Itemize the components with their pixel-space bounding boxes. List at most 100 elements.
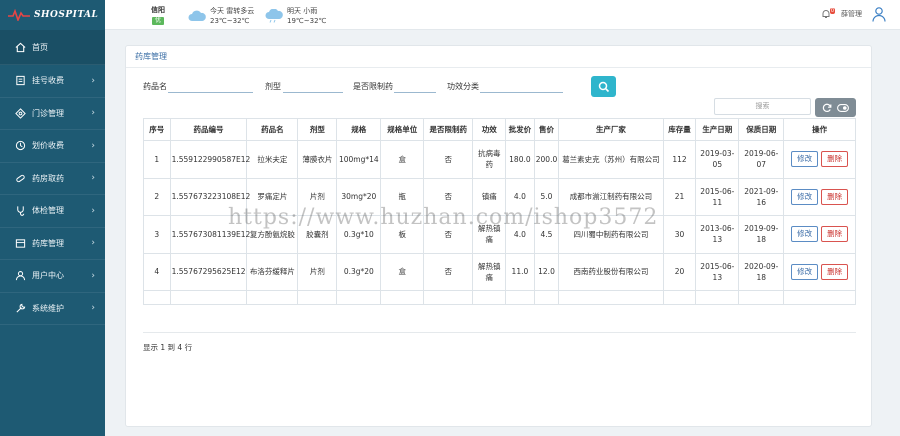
cell-actions: 修改 删除: [783, 177, 856, 216]
sidebar-item-pharmacy[interactable]: 药房取药 ›: [0, 163, 105, 195]
col-header[interactable]: 库存量: [662, 118, 697, 141]
sidebar-item-checkup[interactable]: 体检管理 ›: [0, 195, 105, 228]
sidebar-item-label: 用户中心: [32, 271, 64, 281]
cell-code: 1.557673223108E12: [169, 177, 250, 216]
effect-input[interactable]: [480, 79, 563, 93]
cell-spec: 100mg*14: [336, 140, 382, 179]
user-icon: [14, 270, 26, 282]
sidebar-item-system[interactable]: 系统维护 ›: [0, 293, 105, 325]
col-header[interactable]: 序号: [143, 118, 171, 141]
heartbeat-icon: [8, 9, 30, 21]
col-header[interactable]: 规格单位: [380, 118, 425, 141]
col-header[interactable]: 药品名: [246, 118, 299, 141]
sidebar-item-label: 门诊管理: [32, 108, 64, 118]
edit-button[interactable]: 修改: [791, 188, 819, 205]
delete-button[interactable]: 删除: [821, 226, 849, 243]
home-icon: [14, 41, 26, 53]
col-header[interactable]: 是否限制药: [423, 118, 474, 141]
search-icon: [598, 81, 609, 92]
sidebar-item-outpatient[interactable]: 门诊管理 ›: [0, 98, 105, 130]
drug-name-input[interactable]: [168, 79, 253, 93]
delete-button[interactable]: 删除: [821, 151, 849, 168]
cell-expiry: 2019-06-07: [738, 140, 785, 179]
empty-cell: [783, 290, 856, 305]
cell-wholesale: 11.0: [505, 252, 535, 291]
cell-form: 薄膜衣片: [297, 140, 338, 179]
edit-button[interactable]: 修改: [791, 151, 819, 168]
refresh-icon[interactable]: [822, 103, 832, 113]
chevron-right-icon: ›: [91, 140, 95, 151]
weather-tomorrow: 明天 小雨 19℃~32℃: [264, 6, 326, 26]
cell-maker: 四川蜀中制药有限公司: [558, 215, 664, 254]
pagination-summary: 显示 1 到 4 行: [143, 343, 193, 352]
cell-wholesale: 4.0: [505, 177, 535, 216]
delete-button[interactable]: 删除: [821, 263, 849, 280]
cell-wholesale: 4.0: [505, 215, 535, 254]
cell-wholesale: 180.0: [505, 140, 535, 179]
cell-spec: 30mg*20: [336, 177, 382, 216]
col-header[interactable]: 保质日期: [738, 118, 785, 141]
empty-cell: [246, 290, 299, 305]
chevron-right-icon: ›: [91, 173, 95, 184]
col-header[interactable]: 剂型: [297, 118, 338, 141]
empty-cell: [336, 290, 382, 305]
cell-maker: 葛兰素史克（苏州）有限公司: [558, 140, 664, 179]
bell-icon[interactable]: 0: [821, 8, 835, 19]
cell-prod-date: 2015-06-13: [695, 252, 740, 291]
sidebar-item-label: 体检管理: [32, 206, 64, 216]
edit-button[interactable]: 修改: [791, 226, 819, 243]
avatar[interactable]: [872, 6, 886, 22]
cell-stock: 112: [662, 140, 697, 179]
dosage-form-input[interactable]: [283, 79, 343, 93]
empty-cell: [558, 290, 664, 305]
cell-effect: 解热镇痛: [472, 252, 507, 291]
col-header[interactable]: 售价: [533, 118, 560, 141]
cell-expiry: 2019-09-18: [738, 215, 785, 254]
cell-expiry: 2021-09-16: [738, 177, 785, 216]
rain-cloud-icon: [265, 9, 283, 23]
edit-button[interactable]: 修改: [791, 263, 819, 280]
city-name: 信阳: [151, 6, 165, 14]
cell-code: 1.559122990587E12: [169, 140, 250, 179]
cell-prod-date: 2013-06-13: [695, 215, 740, 254]
delete-button[interactable]: 删除: [821, 188, 849, 205]
cell-maker: 成都市湔江制药有限公司: [558, 177, 664, 216]
empty-cell: [472, 290, 507, 305]
sidebar-item-user-center[interactable]: 用户中心 ›: [0, 260, 105, 293]
sidebar-item-register[interactable]: 挂号收费 ›: [0, 65, 105, 98]
col-header[interactable]: 生产日期: [695, 118, 740, 141]
chevron-right-icon: ›: [91, 75, 95, 86]
cell-effect: 抗病毒药: [472, 140, 507, 179]
table-search-input[interactable]: 搜索: [714, 98, 811, 115]
search-button[interactable]: [591, 76, 616, 97]
drug-warehouse-panel: 药库管理 药品名 剂型 是否限制药 功效分类 搜索 序号 药品编号 药品名 剂型: [125, 45, 872, 427]
app-logo[interactable]: SHOSPITAL: [0, 0, 105, 30]
table-row: 4 1.55767295625E12 布洛芬缓释片 片剂 0.3g*20 盒 否…: [143, 252, 856, 291]
sidebar-item-home[interactable]: 首页: [0, 30, 105, 65]
today-label: 今天: [210, 7, 224, 15]
app-logo-text: SHOSPITAL: [34, 10, 99, 20]
toggle-icon[interactable]: [836, 103, 849, 112]
col-header: 操作: [783, 118, 856, 141]
chevron-right-icon: ›: [91, 205, 95, 216]
col-header[interactable]: 批发价: [505, 118, 535, 141]
cell-expiry: 2020-09-18: [738, 252, 785, 291]
col-header[interactable]: 药品编号: [169, 118, 248, 141]
pharmacy-icon: [14, 172, 26, 184]
sidebar-item-warehouse[interactable]: 药库管理 ›: [0, 228, 105, 260]
sidebar-item-pricing[interactable]: 划价收费 ›: [0, 130, 105, 163]
cell-price: 200.0: [533, 140, 560, 179]
cell-code: 1.557673081139E12: [169, 215, 250, 254]
admin-name[interactable]: 薛管理: [841, 9, 862, 19]
cell-no: 2: [143, 177, 171, 216]
warehouse-icon: [14, 237, 26, 249]
col-header[interactable]: 规格: [336, 118, 382, 141]
table-filler-row: [143, 290, 856, 305]
cell-stock: 20: [662, 252, 697, 291]
col-header[interactable]: 生产厂家: [558, 118, 664, 141]
cell-maker: 西南药业股份有限公司: [558, 252, 664, 291]
restricted-input[interactable]: [394, 79, 436, 93]
cloud-icon: [188, 10, 206, 21]
cell-price: 12.0: [533, 252, 560, 291]
col-header[interactable]: 功效: [472, 118, 507, 141]
